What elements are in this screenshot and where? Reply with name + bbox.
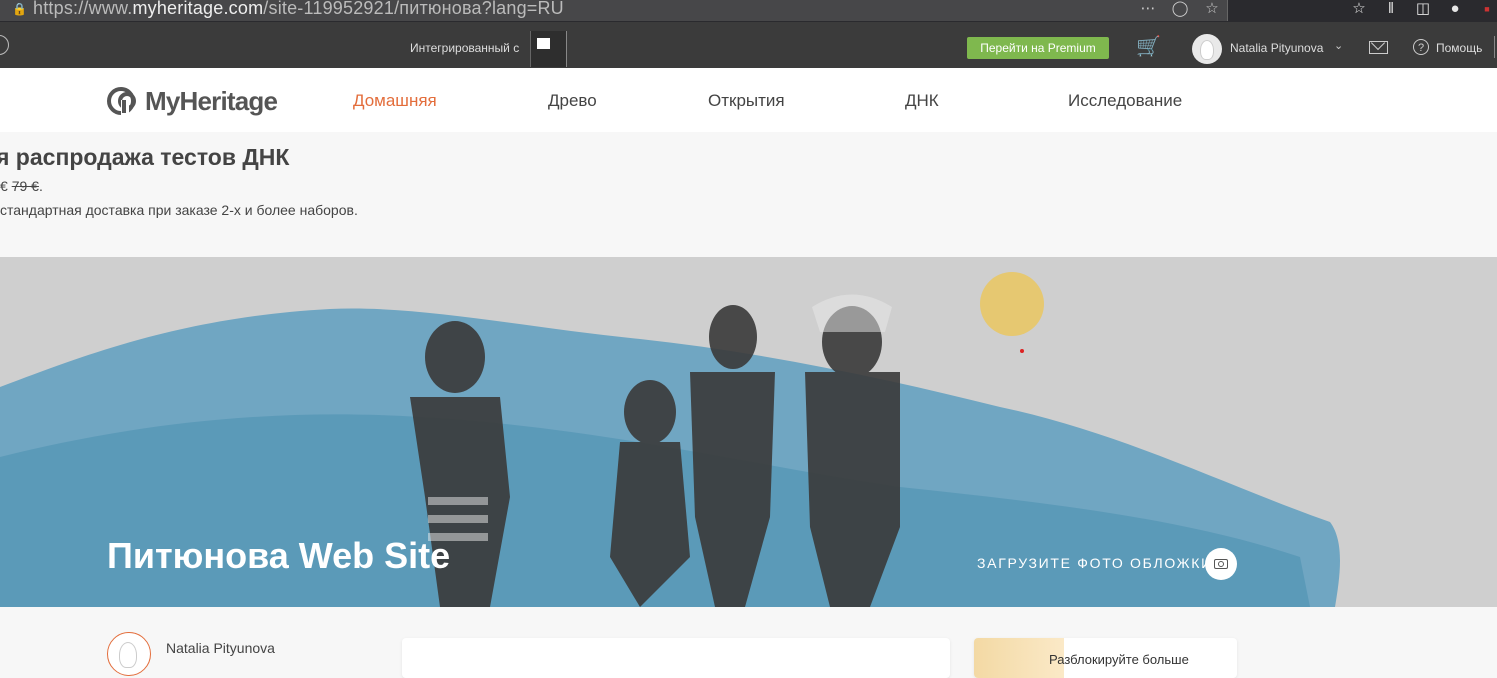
content-area: Natalia Pityunova Разблокируйте больше [0, 607, 1497, 678]
nav-item-discoveries[interactable]: Открытия [708, 91, 785, 111]
promo-price: € 79 €. [0, 178, 43, 194]
sidebar-icon[interactable]: ◫ [1414, 0, 1432, 18]
unlock-card[interactable]: Разблокируйте больше [974, 638, 1237, 678]
nav-item-tree[interactable]: Древо [548, 91, 597, 111]
extension-icon[interactable]: ■ [1478, 0, 1496, 18]
upload-cover-link[interactable]: ЗАГРУЗИТЕ ФОТО ОБЛОЖКИ [977, 555, 1213, 571]
bookmarks-star-icon[interactable]: ☆ [1350, 0, 1368, 18]
account-icon[interactable]: ● [1446, 0, 1464, 18]
promo-shipping: стандартная доставка при заказе 2-х и бо… [0, 202, 358, 218]
go-premium-button[interactable]: Перейти на Premium [967, 37, 1109, 59]
bookmark-star-icon[interactable]: ☆ [1203, 0, 1221, 18]
site-title: Питюнова Web Site [107, 535, 451, 576]
unlock-card-text: Разблокируйте больше [1049, 652, 1189, 667]
help-icon[interactable]: ? [1413, 39, 1429, 55]
url-text[interactable]: https://www.myheritage.com/site-11995292… [33, 0, 564, 19]
myheritage-logo-icon [107, 87, 136, 115]
partner-logo-icon [537, 38, 550, 49]
dna-sale-banner: я распродажа тестов ДНК € 79 €. стандарт… [0, 132, 1497, 257]
promo-title: я распродажа тестов ДНК [0, 144, 290, 170]
integrated-label: Интегрированный с [410, 41, 520, 55]
cover-hero: Питюнова Web Site ЗАГРУЗИТЕ ФОТО ОБЛОЖКИ [0, 257, 1497, 607]
divider [1494, 36, 1495, 58]
circle-icon[interactable] [0, 35, 9, 55]
integrated-partner-box[interactable] [530, 31, 567, 67]
price-prefix: € [0, 178, 8, 194]
myheritage-logo[interactable]: MyHeritage [107, 85, 278, 116]
mail-icon[interactable] [1369, 41, 1388, 54]
profile-avatar[interactable] [107, 632, 151, 676]
url-prefix: https://www. [33, 0, 133, 18]
nav-item-dna[interactable]: ДНК [905, 91, 939, 111]
main-nav: MyHeritage Домашняя Древо Открытия ДНК И… [0, 68, 1497, 133]
camera-icon[interactable] [1205, 548, 1237, 580]
pocket-icon[interactable]: ◯ [1171, 0, 1189, 18]
profile-name[interactable]: Natalia Pityunova [166, 640, 275, 656]
library-icon[interactable]: ‖ [1382, 0, 1400, 18]
help-label[interactable]: Помощь [1436, 41, 1482, 55]
page-actions-icon[interactable]: ⋯ [1139, 0, 1157, 18]
sun-icon [980, 272, 1044, 336]
url-path: /site-119952921/питюнова?lang=RU [263, 0, 564, 18]
address-bar[interactable]: 🔒 https://www.myheritage.com/site-119952… [0, 0, 1228, 21]
lock-icon: 🔒 [12, 2, 27, 16]
user-avatar[interactable] [1192, 34, 1222, 64]
site-topbar: Интегрированный с Перейти на Premium 🛒 N… [0, 22, 1497, 68]
nav-item-research[interactable]: Исследование [1068, 91, 1182, 111]
url-host: myheritage.com [132, 0, 264, 18]
user-name[interactable]: Natalia Pityunova [1230, 41, 1323, 55]
price-suffix: . [38, 178, 43, 194]
nav-item-home[interactable]: Домашняя [353, 91, 437, 111]
browser-toolbar: 🔒 https://www.myheritage.com/site-119952… [0, 0, 1497, 22]
cart-icon[interactable]: 🛒 [1136, 36, 1162, 58]
main-card [402, 638, 950, 678]
chevron-down-icon[interactable]: ⌄ [1334, 39, 1343, 52]
logo-text: MyHeritage [145, 85, 278, 116]
old-price: 79 € [11, 178, 39, 194]
